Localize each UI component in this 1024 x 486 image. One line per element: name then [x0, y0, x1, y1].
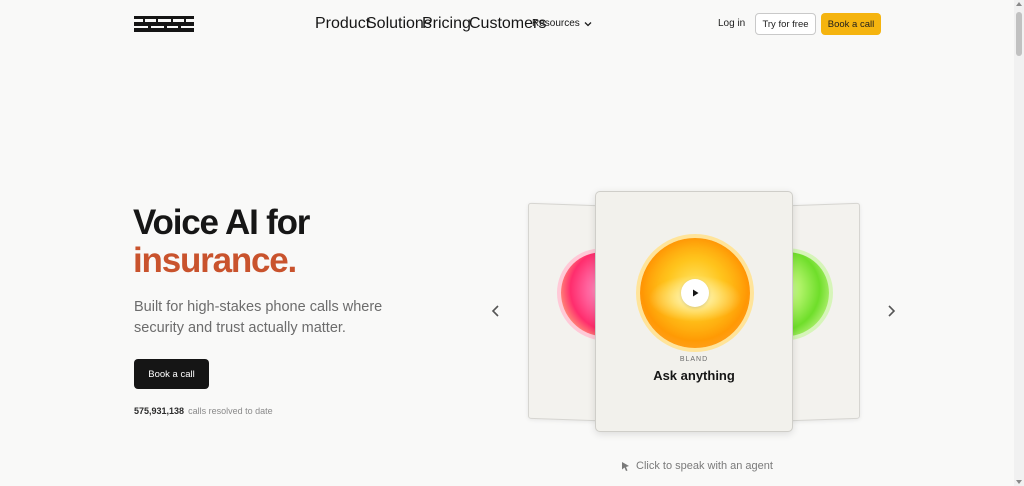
- scroll-thumb[interactable]: [1016, 12, 1022, 56]
- chevron-right-icon: [888, 305, 896, 317]
- carousel-next-button[interactable]: [885, 304, 897, 318]
- calls-count: 575,931,138: [134, 406, 185, 416]
- play-icon: [693, 289, 699, 297]
- play-button[interactable]: [681, 279, 709, 307]
- calls-label: calls resolved to date: [188, 406, 273, 416]
- book-a-call-header-button[interactable]: Book a call: [821, 13, 881, 35]
- headline-line2: insurance.: [133, 241, 297, 280]
- book-a-call-hero-button[interactable]: Book a call: [134, 359, 209, 389]
- speak-hint-label: Click to speak with an agent: [636, 460, 773, 472]
- try-for-free-button[interactable]: Try for free: [755, 13, 816, 35]
- agent-card-brand: BLAND: [679, 356, 709, 363]
- speak-hint[interactable]: Click to speak with an agent: [621, 460, 773, 472]
- calls-counter: 575,931,138 calls resolved to date: [134, 406, 273, 416]
- agent-orb-orange[interactable]: [640, 238, 750, 348]
- scroll-up-arrow-icon[interactable]: [1016, 2, 1022, 6]
- cursor-pointer-icon: [622, 461, 629, 471]
- nav-resources[interactable]: Resources: [532, 17, 592, 30]
- agent-orb-pink: [561, 250, 598, 338]
- hero-subtitle: Built for high-stakes phone calls where …: [134, 299, 383, 336]
- agent-card-previous[interactable]: [528, 202, 598, 422]
- agent-card-active[interactable]: BLAND Ask anything: [595, 191, 793, 432]
- nav-pricing[interactable]: Pricing: [422, 16, 471, 32]
- agent-orb-green: [790, 250, 829, 338]
- chevron-left-icon: [491, 305, 499, 317]
- carousel-prev-button[interactable]: [490, 304, 502, 318]
- scroll-down-arrow-icon[interactable]: [1016, 480, 1022, 484]
- login-link[interactable]: Log in: [718, 17, 745, 30]
- nav-resources-label: Resources: [532, 18, 580, 29]
- agent-card-next[interactable]: [790, 202, 860, 422]
- nav-product[interactable]: Product: [315, 16, 370, 32]
- agent-card-title: Ask anything: [653, 368, 735, 383]
- headline-line1: Voice AI for: [133, 203, 310, 242]
- page-scrollbar[interactable]: [1014, 0, 1024, 486]
- chevron-down-icon: [584, 21, 592, 26]
- hero-headline: Voice AI for insurance.: [133, 203, 310, 280]
- bland-logo[interactable]: [134, 16, 194, 32]
